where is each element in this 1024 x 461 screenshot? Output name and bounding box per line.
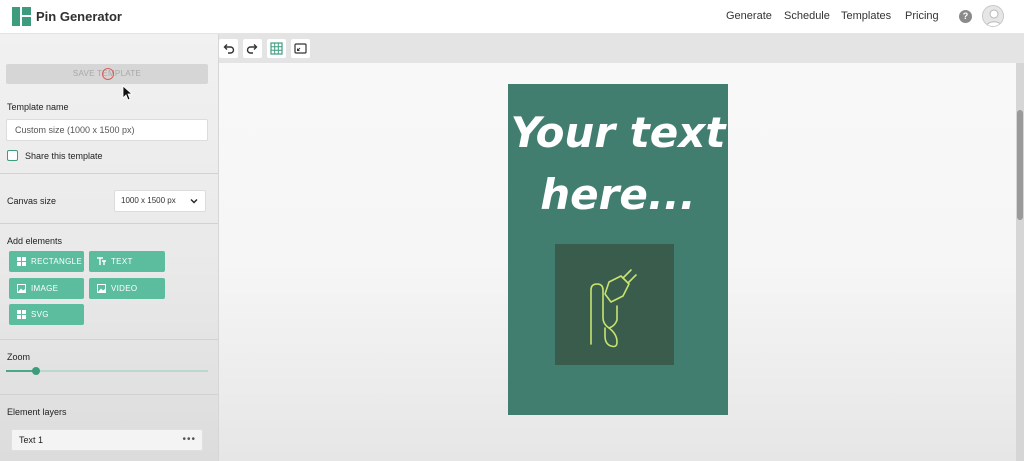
add-elements-label: Add elements	[7, 236, 63, 246]
plug-icon	[590, 269, 637, 348]
nav-generate[interactable]: Generate	[726, 10, 772, 22]
mouse-cursor-icon	[122, 85, 134, 101]
add-image-label: IMAGE	[31, 284, 59, 293]
more-options-icon[interactable]: •••	[182, 430, 196, 450]
nav-schedule[interactable]: Schedule	[784, 10, 830, 22]
grid-icon	[270, 42, 283, 55]
add-video-label: VIDEO	[111, 284, 138, 293]
share-template-label: Share this template	[25, 151, 103, 161]
app-title[interactable]: Pin Generator	[36, 9, 122, 24]
add-svg-button[interactable]: SVG	[9, 304, 84, 325]
add-image-button[interactable]: IMAGE	[9, 278, 84, 299]
zoom-slider-handle[interactable]	[32, 367, 40, 375]
image-icon	[17, 284, 26, 293]
chevron-down-icon	[190, 199, 198, 204]
resize-icon	[294, 43, 307, 54]
redo-button[interactable]	[243, 39, 262, 58]
pin-text-line-1: Your text	[510, 108, 726, 157]
section-divider	[0, 223, 218, 224]
grid-toggle-button[interactable]	[267, 39, 286, 58]
template-name-label: Template name	[7, 102, 69, 112]
zoom-label: Zoom	[7, 352, 31, 362]
section-divider	[0, 339, 218, 340]
scrollbar-thumb[interactable]	[1017, 110, 1023, 220]
pin-canvas[interactable]: Your text here...	[508, 84, 728, 415]
layer-item-label: Text 1	[19, 435, 44, 445]
text-icon	[97, 257, 106, 265]
video-icon	[97, 284, 106, 293]
help-icon[interactable]: ?	[959, 10, 972, 23]
section-divider	[0, 173, 218, 174]
pin-image-element[interactable]	[555, 244, 674, 365]
fit-canvas-button[interactable]	[291, 39, 310, 58]
element-layers-label: Element layers	[7, 407, 67, 417]
avatar[interactable]	[982, 5, 1004, 27]
layer-item[interactable]: Text 1 •••	[11, 429, 203, 451]
section-divider	[0, 394, 218, 395]
undo-icon	[223, 44, 235, 54]
share-template-checkbox[interactable]	[7, 150, 18, 161]
loading-spinner-icon	[102, 68, 114, 80]
add-rectangle-button[interactable]: RECTANGLE	[9, 251, 84, 272]
svg-icon	[17, 310, 26, 319]
canvas-size-label: Canvas size	[7, 196, 57, 206]
add-rectangle-label: RECTANGLE	[31, 257, 83, 266]
template-name-input[interactable]: Custom size (1000 x 1500 px)	[6, 119, 208, 141]
add-svg-label: SVG	[31, 310, 49, 319]
canvas-size-select[interactable]: 1000 x 1500 px	[114, 190, 206, 212]
add-video-button[interactable]: VIDEO	[89, 278, 165, 299]
rectangle-icon	[17, 257, 26, 266]
redo-icon	[246, 44, 258, 54]
undo-button[interactable]	[219, 39, 238, 58]
pin-generator-logo-icon[interactable]	[12, 7, 31, 26]
nav-templates[interactable]: Templates	[841, 10, 891, 22]
canvas-toolbar	[219, 34, 1024, 63]
pin-text-line-2: here...	[540, 170, 696, 219]
top-nav-bar: Pin Generator Generate Schedule Template…	[0, 0, 1024, 34]
user-avatar-icon	[985, 9, 1003, 26]
nav-pricing[interactable]: Pricing	[905, 10, 939, 22]
editor-sidebar: SAVE TEMPLATE Template name Custom size …	[0, 34, 219, 461]
add-text-label: TEXT	[111, 257, 133, 266]
canvas-size-value: 1000 x 1500 px	[121, 196, 176, 205]
add-text-button[interactable]: TEXT	[89, 251, 165, 272]
pin-text-element[interactable]: Your text here...	[508, 102, 728, 226]
